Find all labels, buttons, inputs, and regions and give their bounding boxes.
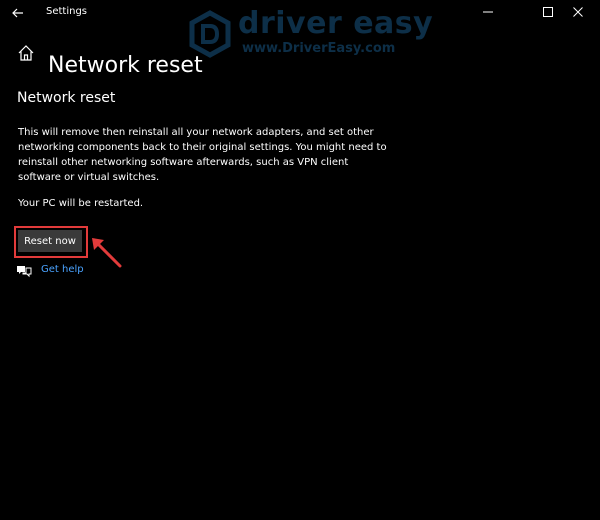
red-arrow-annotation xyxy=(92,238,122,268)
watermark-url: www.DriverEasy.com xyxy=(242,41,396,56)
watermark-brand: driver easy xyxy=(238,6,434,41)
home-button[interactable] xyxy=(16,43,36,63)
help-chat-icon xyxy=(17,266,32,278)
description-text: This will remove then reinstall all your… xyxy=(18,127,387,183)
minimize-button[interactable] xyxy=(466,0,510,24)
driver-easy-watermark: driver easy www.DriverEasy.com xyxy=(188,6,433,60)
section-title: Network reset xyxy=(17,90,116,106)
close-button[interactable] xyxy=(556,0,600,24)
maximize-icon xyxy=(543,7,553,17)
home-icon xyxy=(18,45,34,61)
app-title: Settings xyxy=(46,6,88,17)
driver-easy-logo xyxy=(189,10,231,58)
page-title: Network reset xyxy=(48,52,203,78)
close-icon xyxy=(573,7,583,17)
back-button[interactable] xyxy=(8,4,28,22)
restart-note: Your PC will be restarted. xyxy=(18,198,144,209)
get-help-link[interactable]: Get help xyxy=(41,264,84,275)
reset-now-button[interactable]: Reset now xyxy=(18,230,82,252)
back-arrow-icon xyxy=(12,8,23,18)
minimize-icon xyxy=(483,11,493,13)
